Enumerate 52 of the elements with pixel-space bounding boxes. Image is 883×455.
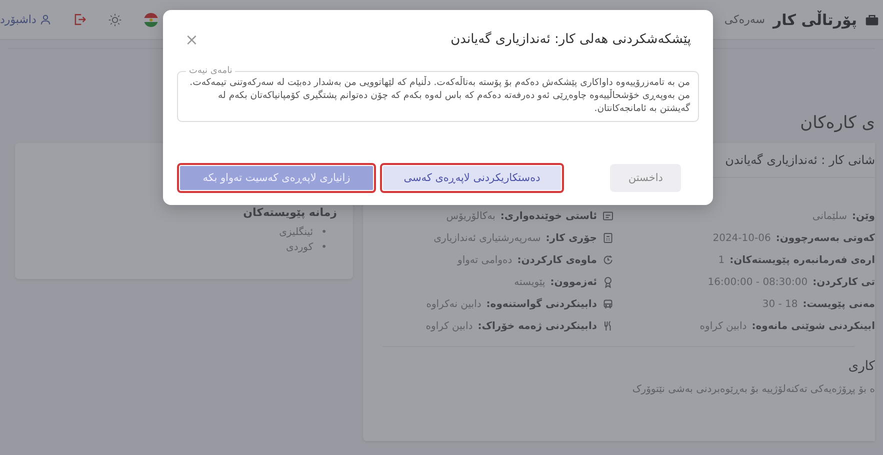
award-icon: [602, 276, 614, 288]
close-dialog-button[interactable]: داخستن: [610, 164, 681, 192]
detail-label: کەوتی بەسەرچوون:: [776, 232, 875, 244]
detail-value: بەکالۆریۆس: [446, 210, 496, 222]
clock-icon: [602, 254, 614, 266]
detail-label: دابینکردنی گواستنەوە:: [486, 298, 597, 310]
modal-title: پێشکەشکردنی هەلی کار: ئەندازیاری گەیاندن: [450, 32, 691, 46]
job-description: ە بۆ پڕۆژەیەکی تەکنەلۆژییە بۆ بەڕێوەبردنی بەشی نێتوۆرک: [631, 384, 875, 395]
detail-value: دابین نەکراوە: [426, 298, 482, 310]
detail-value: 1: [718, 254, 725, 266]
detail-value: سلێمانی: [812, 210, 848, 222]
detail-label: وێن:: [852, 210, 875, 222]
language-item: ئینگلیزی: [279, 225, 314, 240]
detail-label: دابینکردنی ژەمە خۆراک:: [478, 320, 597, 332]
edit-profile-button[interactable]: دەستکاریکردنی لاپەڕەی کەسی: [380, 163, 564, 193]
detail-label: ارەی فەرمانبەرە پێویستەکان:: [730, 254, 875, 266]
dashboard-link[interactable]: داشبۆرد: [0, 13, 52, 26]
section-heading: زمانە پێویستەکان: [243, 206, 337, 219]
detail-value: دەوامی تەواو: [457, 254, 512, 266]
detail-label: ماوەی کارکردن:: [517, 254, 597, 266]
brand-title[interactable]: پۆرتاڵی کار: [773, 10, 857, 28]
detail-label: ئەزموون:: [550, 276, 597, 288]
user-icon: [40, 14, 52, 25]
detail-value: 08:30:00 - 16:00:00: [708, 276, 808, 288]
detail-value: دابین کراوە: [700, 320, 747, 332]
detail-label: ابینکردنی شوێنی مانەوە:: [752, 320, 875, 332]
logout-icon[interactable]: [73, 13, 86, 26]
sun-icon[interactable]: [108, 12, 122, 26]
complete-profile-button[interactable]: زانیاری لاپەڕەی کەسیت تەواو بکە: [177, 163, 376, 193]
bus-icon: [602, 298, 614, 310]
field-label: نامەی نیەت: [188, 66, 234, 76]
detail-label: ئاستی خوێندەواری:: [500, 210, 597, 222]
section-heading: کاری: [847, 359, 875, 374]
cover-letter-field[interactable]: من بە تامەزرۆییەوە داواکاری پێشکەش دەکەم بۆ پۆستە بەتاڵەکەت. دڵنیام کە لێهاتوویی من بەشدار دەبێت لە سەرکەوتنی تیمەکەت. من بەوپەڕی خۆشحاڵییەوە چاوەڕێی ئەو دەرفەتە دەکەم کە باس لەوە بکەم کە چۆن دەتوانم پشتگیری کۆمپانیاکەتان بکەم لە گەیشتن بە ئامانجەکانتان.: [186, 76, 690, 115]
detail-value: سەرپەرشتیاری ئەندازیاری: [434, 232, 541, 244]
detail-value: دابین کراوە: [426, 320, 473, 332]
bullet-mark: •: [321, 241, 327, 255]
document-icon: [602, 232, 614, 244]
certificate-icon: [602, 210, 614, 222]
bullet-mark: •: [321, 226, 327, 240]
detail-label: تی کارکردن:: [812, 276, 875, 288]
detail-value: 2024-10-06: [712, 232, 771, 244]
detail-value: 18 - 30: [762, 298, 798, 310]
nav-link[interactable]: سەرەکی: [724, 13, 766, 26]
detail-label: جۆری کار:: [546, 232, 597, 244]
language-item: کوردی: [286, 241, 314, 255]
flag-icon[interactable]: [144, 12, 158, 26]
page-title: ی کارەکان: [800, 113, 875, 133]
detail-value: پێویستە: [514, 276, 546, 288]
close-button[interactable]: ×: [181, 24, 202, 54]
detail-label: مەنی پێویست:: [802, 298, 875, 310]
briefcase-icon: [865, 12, 879, 26]
